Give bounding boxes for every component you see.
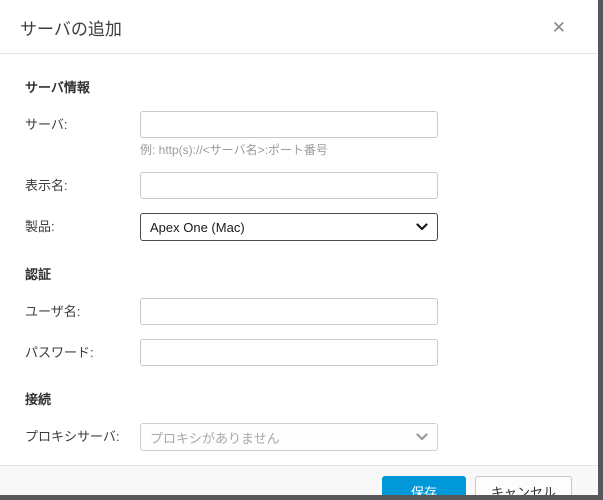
password-label: パスワード: [25,345,94,360]
server-hint: 例: http(s)://<サーバ名>:ポート番号 [140,143,328,157]
server-row: サーバ: 例: http(s)://<サーバ名>:ポート番号 [25,111,573,158]
close-icon[interactable]: ✕ [548,17,570,38]
server-label: サーバ: [25,117,68,132]
chevron-down-icon [416,223,428,231]
display-name-label: 表示名: [25,178,68,193]
proxy-select-value: プロキシがありません [150,430,280,446]
page-title: サーバの追加 [20,20,122,39]
section-heading-connection: 接続 [25,392,52,407]
proxy-select: プロキシがありません [140,423,438,451]
section-heading-server-info: サーバ情報 [25,80,90,95]
product-row: 製品: Apex One (Mac) [25,213,573,241]
product-label: 製品: [25,219,55,234]
display-name-row: 表示名: [25,172,573,199]
dialog-header: サーバの追加 ✕ [0,0,598,54]
save-button[interactable]: 保存 [381,476,466,495]
username-label: ユーザ名: [25,304,81,319]
username-row: ユーザ名: [25,298,573,325]
cancel-button[interactable]: キャンセル [474,476,572,495]
proxy-row: プロキシサーバ: プロキシがありません [25,423,573,451]
server-input[interactable] [140,111,438,138]
product-select[interactable]: Apex One (Mac) [140,213,438,241]
password-row: パスワード: [25,339,573,366]
product-select-value: Apex One (Mac) [150,219,245,235]
section-heading-auth: 認証 [25,267,52,282]
proxy-label: プロキシサーバ: [25,429,120,444]
display-name-input[interactable] [140,172,438,199]
password-input[interactable] [140,339,438,366]
username-input[interactable] [140,298,438,325]
chevron-down-icon [416,433,428,441]
dialog-footer: 保存 キャンセル [0,465,598,495]
dialog-body: サーバ情報 サーバ: 例: http(s)://<サーバ名>:ポート番号 表示名… [0,54,598,465]
add-server-dialog: サーバの追加 ✕ サーバ情報 サーバ: 例: http(s)://<サーバ名>:… [0,0,603,500]
